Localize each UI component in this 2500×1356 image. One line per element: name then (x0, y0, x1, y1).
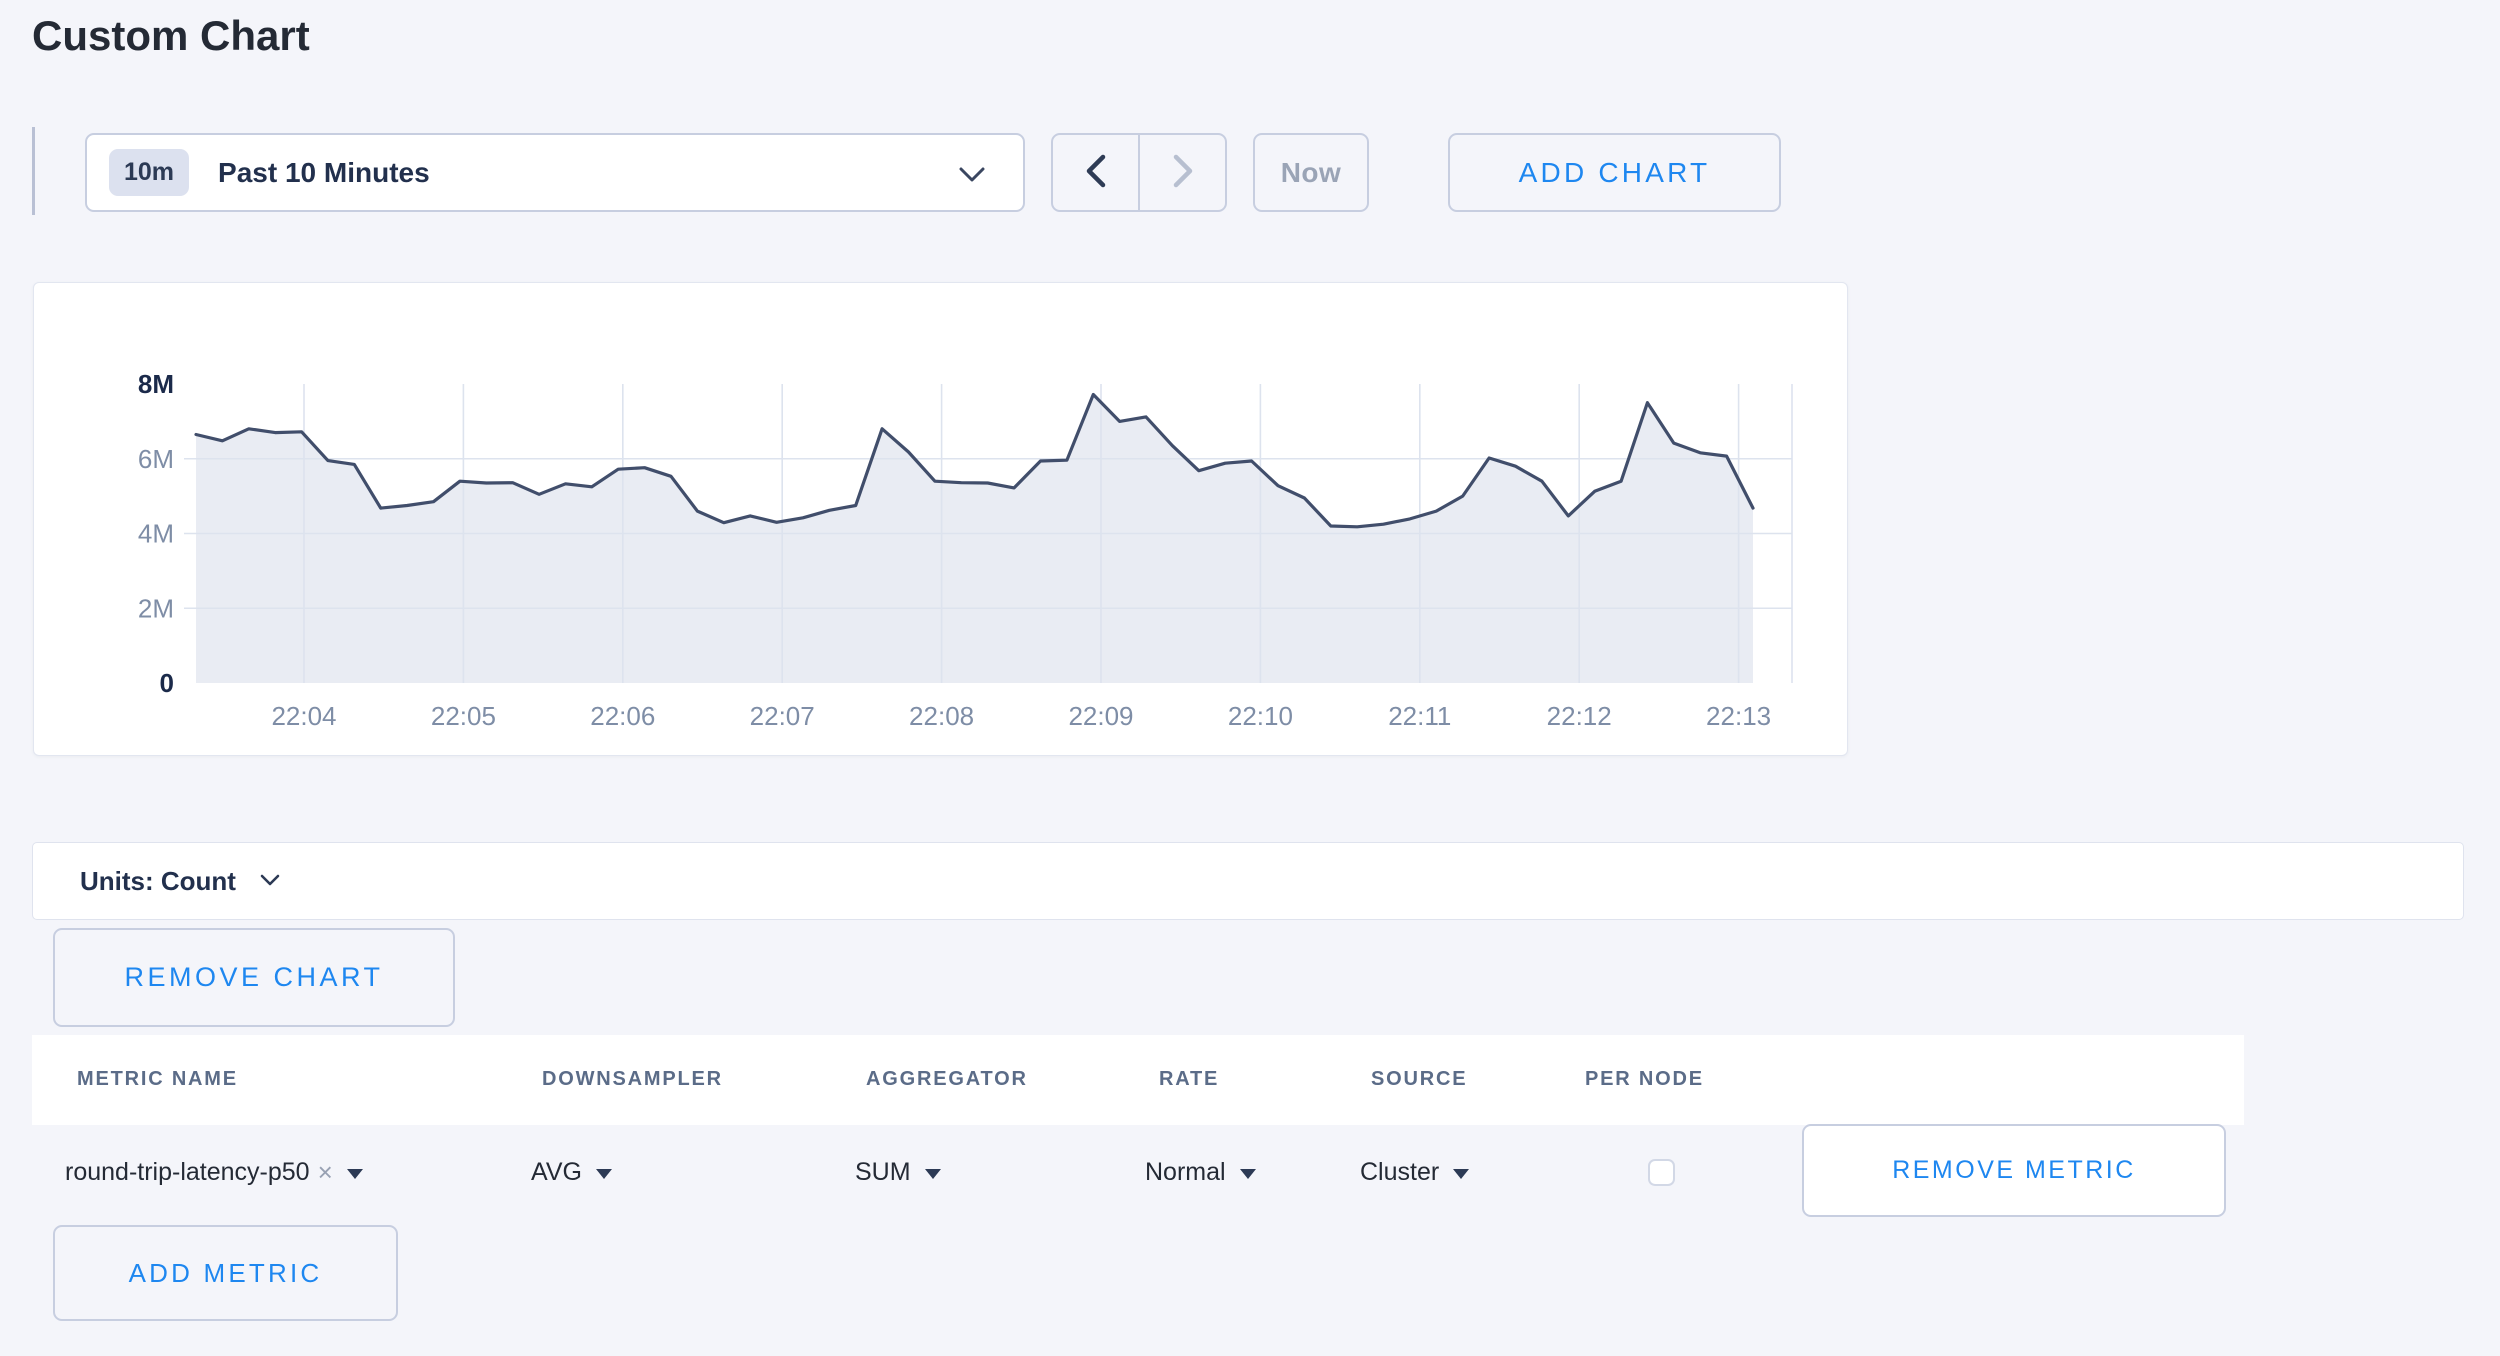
x-axis-tick-label: 22:06 (590, 701, 655, 731)
source-value: Cluster (1360, 1158, 1439, 1187)
x-axis-tick-label: 22:04 (271, 701, 336, 731)
chevron-down-icon (260, 874, 280, 892)
units-dropdown[interactable]: Units: Count (32, 842, 2464, 920)
column-header-source: SOURCE (1371, 1068, 1467, 1091)
caret-down-icon (347, 1169, 363, 1179)
column-header-rate: RATE (1159, 1068, 1219, 1091)
rate-value: Normal (1145, 1158, 1226, 1187)
next-interval-button[interactable] (1138, 135, 1225, 210)
per-node-checkbox[interactable] (1648, 1159, 1675, 1186)
y-axis-tick-label: 4M (138, 519, 174, 549)
caret-down-icon (596, 1169, 612, 1179)
now-button[interactable]: Now (1253, 133, 1369, 212)
column-header-metric-name: METRIC NAME (77, 1068, 238, 1091)
source-select[interactable]: Cluster (1360, 1150, 1469, 1194)
y-axis-tick-label: 0 (160, 668, 174, 698)
chart-card: 0 2M 4M 6M 8M 22:04 22:05 22:06 22:07 22:08 22:09 2… (33, 282, 1848, 756)
remove-chart-button[interactable]: REMOVE CHART (53, 928, 455, 1027)
prev-interval-button[interactable] (1053, 135, 1138, 210)
chevron-down-icon (959, 167, 985, 188)
toolbar-divider (32, 127, 35, 215)
time-range-dropdown[interactable]: 10m Past 10 Minutes (85, 133, 1025, 212)
aggregator-select[interactable]: SUM (855, 1150, 941, 1194)
x-axis-tick-label: 22:05 (431, 701, 496, 731)
y-axis-tick-label: 6M (138, 444, 174, 474)
caret-down-icon (925, 1169, 941, 1179)
x-axis-tick-label: 22:07 (750, 701, 815, 731)
remove-metric-button[interactable]: REMOVE METRIC (1802, 1124, 2226, 1217)
downsampler-value: AVG (531, 1158, 582, 1187)
y-axis-tick-label: 2M (138, 593, 174, 623)
chevron-left-icon (1084, 154, 1108, 191)
metric-name-select[interactable]: round-trip-latency-p50 × (65, 1150, 363, 1194)
metric-name-value: round-trip-latency-p50 (65, 1158, 310, 1187)
time-range-badge: 10m (109, 149, 189, 196)
x-axis-tick-label: 22:10 (1228, 701, 1293, 731)
add-metric-button[interactable]: ADD METRIC (53, 1225, 398, 1321)
time-range-label: Past 10 Minutes (218, 157, 430, 189)
y-axis-tick-label: 8M (138, 369, 174, 399)
add-chart-button[interactable]: ADD CHART (1448, 133, 1781, 212)
x-axis-tick-label: 22:12 (1547, 701, 1612, 731)
x-axis-tick-label: 22:11 (1388, 701, 1451, 731)
time-navigation-group (1051, 133, 1227, 212)
metric-area-chart[interactable]: 0 2M 4M 6M 8M 22:04 22:05 22:06 22:07 22:08 22:09 2… (34, 283, 1849, 757)
units-dropdown-label: Units: Count (80, 866, 236, 897)
page-title: Custom Chart (32, 12, 310, 60)
caret-down-icon (1453, 1169, 1469, 1179)
caret-down-icon (1240, 1169, 1256, 1179)
x-axis-tick-label: 22:09 (1068, 701, 1133, 731)
chevron-right-icon (1171, 154, 1195, 191)
x-axis-tick-label: 22:08 (909, 701, 974, 731)
column-header-aggregator: AGGREGATOR (866, 1068, 1028, 1091)
column-header-downsampler: DOWNSAMPLER (542, 1068, 723, 1091)
column-header-per-node: PER NODE (1585, 1068, 1704, 1091)
remove-tag-icon[interactable]: × (318, 1157, 333, 1188)
rate-select[interactable]: Normal (1145, 1150, 1256, 1194)
aggregator-value: SUM (855, 1158, 911, 1187)
downsampler-select[interactable]: AVG (531, 1150, 612, 1194)
x-axis-tick-label: 22:13 (1706, 701, 1771, 731)
metrics-table-header: METRIC NAME DOWNSAMPLER AGGREGATOR RATE … (32, 1035, 2244, 1125)
